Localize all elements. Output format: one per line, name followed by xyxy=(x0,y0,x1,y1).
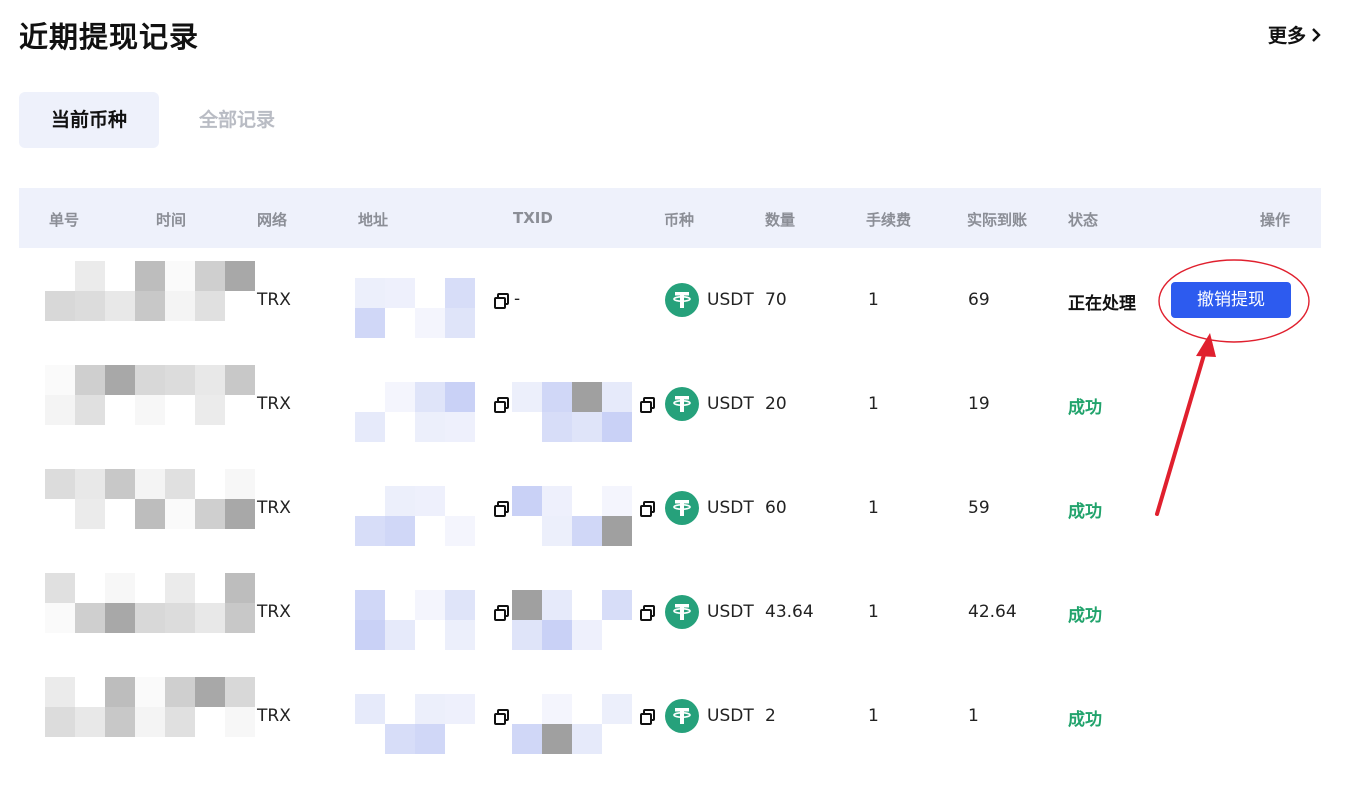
received-value: 42.64 xyxy=(968,602,1017,622)
amount-value: 43.64 xyxy=(765,602,814,622)
order-id-redacted xyxy=(45,365,255,425)
txid-redacted xyxy=(512,694,632,754)
amount-value: 2 xyxy=(765,706,776,726)
table-row: TRX - USDT 70 1 69 正在处理 撤销提现 xyxy=(19,248,1321,352)
coin-cell: USDT xyxy=(665,491,754,525)
address-redacted xyxy=(355,278,475,338)
more-label: 更多 xyxy=(1267,25,1306,47)
order-id-redacted xyxy=(45,677,255,737)
coin-symbol: USDT xyxy=(707,394,754,414)
copy-icon[interactable] xyxy=(639,500,657,518)
col-amount: 数量 xyxy=(765,211,796,229)
status-badge: 成功 xyxy=(1068,606,1102,626)
order-id-redacted xyxy=(45,261,255,321)
address-redacted xyxy=(355,382,475,442)
tab-bar: 当前币种 全部记录 xyxy=(19,92,305,148)
network-value: TRX xyxy=(257,290,291,310)
network-value: TRX xyxy=(257,394,291,414)
fee-value: 1 xyxy=(868,706,879,726)
page-title: 近期提现记录 xyxy=(19,20,200,54)
table-header: 单号 时间 网络 地址 TXID 币种 数量 手续费 实际到账 状态 操作 xyxy=(19,188,1321,248)
fee-value: 1 xyxy=(868,602,879,622)
copy-icon[interactable] xyxy=(639,708,657,726)
tab-current-coin[interactable]: 当前币种 xyxy=(19,92,159,148)
usdt-tether-icon xyxy=(665,387,699,421)
fee-value: 1 xyxy=(868,498,879,518)
received-value: 1 xyxy=(968,706,979,726)
network-value: TRX xyxy=(257,498,291,518)
usdt-tether-icon xyxy=(665,491,699,525)
col-coin: 币种 xyxy=(664,211,695,229)
coin-cell: USDT xyxy=(665,283,754,317)
status-badge: 成功 xyxy=(1068,398,1102,418)
status-badge: 成功 xyxy=(1068,502,1102,522)
amount-value: 20 xyxy=(765,394,787,414)
copy-icon[interactable] xyxy=(493,708,511,726)
address-redacted xyxy=(355,590,475,650)
fee-value: 1 xyxy=(868,290,879,310)
txid-redacted xyxy=(512,486,632,546)
coin-cell: USDT xyxy=(665,699,754,733)
received-value: 19 xyxy=(968,394,990,414)
txid-value: - xyxy=(514,289,521,309)
copy-icon[interactable] xyxy=(639,604,657,622)
amount-value: 60 xyxy=(765,498,787,518)
chevron-right-icon xyxy=(1312,27,1321,42)
col-order-id: 单号 xyxy=(49,211,80,229)
usdt-tether-icon xyxy=(665,595,699,629)
usdt-tether-icon xyxy=(665,283,699,317)
coin-symbol: USDT xyxy=(707,498,754,518)
network-value: TRX xyxy=(257,602,291,622)
status-badge: 成功 xyxy=(1068,710,1102,730)
cancel-withdrawal-button[interactable]: 撤销提现 xyxy=(1171,282,1291,318)
col-status: 状态 xyxy=(1068,211,1099,229)
col-action: 操作 xyxy=(1260,211,1291,229)
usdt-tether-icon xyxy=(665,699,699,733)
table-row: TRX USDT 60 1 59 成功 xyxy=(19,456,1321,560)
coin-cell: USDT xyxy=(665,387,754,421)
table-row: TRX USDT 20 1 19 成功 xyxy=(19,352,1321,456)
fee-value: 1 xyxy=(868,394,879,414)
col-txid: TXID xyxy=(513,209,553,227)
txid-redacted xyxy=(512,590,632,650)
table-row: TRX USDT 43.64 1 42.64 成功 xyxy=(19,560,1321,664)
table-row: TRX USDT 2 1 1 成功 xyxy=(19,664,1321,768)
coin-symbol: USDT xyxy=(707,706,754,726)
received-value: 59 xyxy=(968,498,990,518)
amount-value: 70 xyxy=(765,290,787,310)
address-redacted xyxy=(355,486,475,546)
col-received: 实际到账 xyxy=(967,211,1028,229)
copy-icon[interactable] xyxy=(493,396,511,414)
coin-cell: USDT xyxy=(665,595,754,629)
status-badge: 正在处理 xyxy=(1068,294,1136,314)
col-time: 时间 xyxy=(156,211,187,229)
tab-all-records[interactable]: 全部记录 xyxy=(169,92,305,148)
txid-redacted xyxy=(512,382,632,442)
network-value: TRX xyxy=(257,706,291,726)
order-id-redacted xyxy=(45,469,255,529)
copy-icon[interactable] xyxy=(639,396,657,414)
col-address: 地址 xyxy=(358,211,389,229)
received-value: 69 xyxy=(968,290,990,310)
coin-symbol: USDT xyxy=(707,290,754,310)
copy-icon[interactable] xyxy=(493,604,511,622)
coin-symbol: USDT xyxy=(707,602,754,622)
order-id-redacted xyxy=(45,573,255,633)
more-link[interactable]: 更多 xyxy=(1268,21,1322,48)
col-fee: 手续费 xyxy=(866,211,912,229)
copy-icon[interactable] xyxy=(493,500,511,518)
copy-icon[interactable] xyxy=(493,292,511,310)
col-network: 网络 xyxy=(257,211,288,229)
address-redacted xyxy=(355,694,475,754)
